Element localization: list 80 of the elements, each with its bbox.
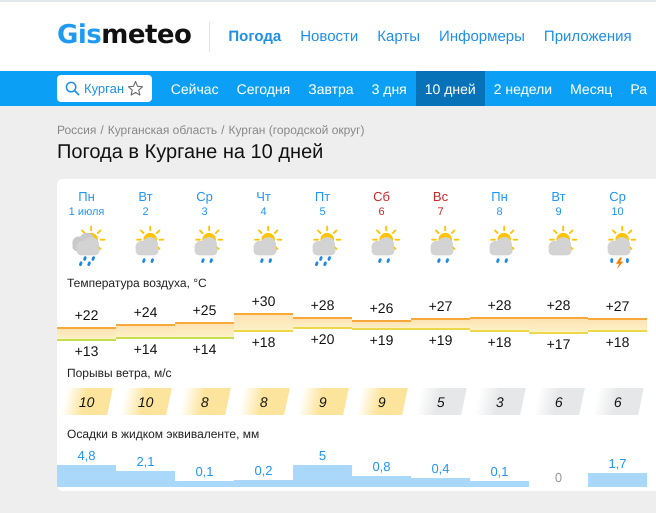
min-temperature: +20 (310, 330, 334, 348)
max-temperature: +28 (488, 296, 512, 314)
search-field[interactable]: Курган (57, 75, 152, 102)
weekday-label: Ср (609, 189, 626, 204)
date-label: 10 (611, 206, 624, 218)
weekday-label: Пн (491, 189, 508, 204)
breadcrumb-link[interactable]: Курганская область (108, 123, 218, 137)
period-tab[interactable]: Ра (621, 71, 656, 106)
date-label: 3 (201, 206, 208, 218)
weekday-label: Вт (138, 189, 153, 204)
wind-gust-badge: 8 (178, 388, 230, 415)
date-label: 8 (496, 206, 503, 218)
precipitation-value: 2,1 (136, 454, 155, 470)
wind-gust-badge: 9 (356, 388, 408, 415)
breadcrumb-separator: / (100, 123, 104, 137)
breadcrumb-link[interactable]: Россия (57, 123, 96, 137)
period-tab[interactable]: Месяц (561, 71, 622, 106)
weekday-label: Чт (256, 189, 271, 204)
min-temperature: +18 (606, 333, 630, 351)
precipitation-value: 4,8 (77, 448, 96, 464)
precipitation-value: 0 (554, 470, 562, 485)
precipitation-value: 1,7 (608, 456, 627, 471)
period-tab[interactable]: 10 дней (416, 71, 485, 106)
min-temperature: +14 (134, 340, 158, 358)
section-label: Осадки в жидком эквиваленте, мм (66, 426, 260, 441)
page-title: Погода в Кургане на 10 дней (57, 141, 324, 164)
max-temperature: +27 (606, 297, 630, 316)
period-tab[interactable]: Завтра (299, 71, 363, 106)
date-label: 2 (142, 206, 149, 218)
precipitation-value: 0,1 (195, 464, 214, 480)
weekday-label: Вс (432, 189, 448, 204)
date-label: 4 (260, 206, 267, 218)
weekday-label: Вт (551, 189, 566, 204)
date-label: 9 (555, 206, 562, 218)
nav-link[interactable]: Карты (377, 28, 420, 45)
weekday-label: Сб (373, 189, 390, 204)
period-tab[interactable]: 2 недели (484, 71, 562, 106)
weekday-label: Ср (196, 189, 213, 204)
weekday-label: Пт (314, 189, 330, 204)
wind-gust-badge: 8 (238, 388, 290, 415)
nav-link[interactable]: Приложения (544, 28, 632, 45)
min-temperature: +19 (370, 331, 394, 350)
breadcrumb-separator: / (221, 123, 224, 137)
max-temperature: +30 (252, 292, 276, 310)
date-label: 6 (378, 206, 385, 218)
wind-gust-badge: 10 (60, 388, 112, 415)
weekday-label: Пн (78, 189, 95, 204)
min-temperature: +18 (488, 333, 512, 351)
section-label: Порывы ветра, м/с (66, 366, 173, 380)
precipitation-value: 0,2 (254, 462, 273, 478)
min-temperature: +18 (252, 333, 276, 351)
nav-link[interactable]: Новости (300, 28, 358, 45)
period-tab[interactable]: 3 дня (362, 71, 416, 106)
wind-gust-badge: 9 (296, 388, 348, 415)
max-temperature: +24 (134, 302, 158, 320)
date-label: 7 (437, 206, 444, 218)
wind-gust-badge: 10 (120, 388, 172, 415)
period-tab[interactable]: Сегодня (228, 71, 300, 106)
max-temperature: +27 (428, 297, 452, 316)
nav-link[interactable]: Погода (228, 28, 282, 45)
section-label: Температура воздуха, °C (66, 276, 208, 290)
precipitation-value: 0,8 (372, 459, 391, 474)
date-label: 5 (319, 206, 326, 218)
max-temperature: +28 (310, 296, 334, 314)
min-temperature: +14 (192, 340, 216, 358)
min-temperature: +19 (428, 331, 452, 350)
date-label: 1 июля (68, 206, 104, 218)
precipitation-value: 5 (318, 448, 326, 463)
precipitation-value: 0,1 (490, 464, 509, 480)
max-temperature: +22 (74, 306, 98, 324)
nav-link[interactable]: Информеры (439, 28, 525, 45)
max-temperature: +25 (192, 300, 216, 319)
max-temperature: +26 (370, 299, 394, 317)
breadcrumb-link[interactable]: Курган (городской округ) (228, 123, 365, 137)
min-temperature: +17 (546, 334, 570, 353)
min-temperature: +13 (74, 342, 98, 360)
precipitation-value: 0,4 (431, 461, 450, 476)
max-temperature: +28 (546, 296, 570, 314)
period-tab[interactable]: Сейчас (162, 71, 228, 106)
logo[interactable]: Gismeteo (57, 20, 192, 54)
